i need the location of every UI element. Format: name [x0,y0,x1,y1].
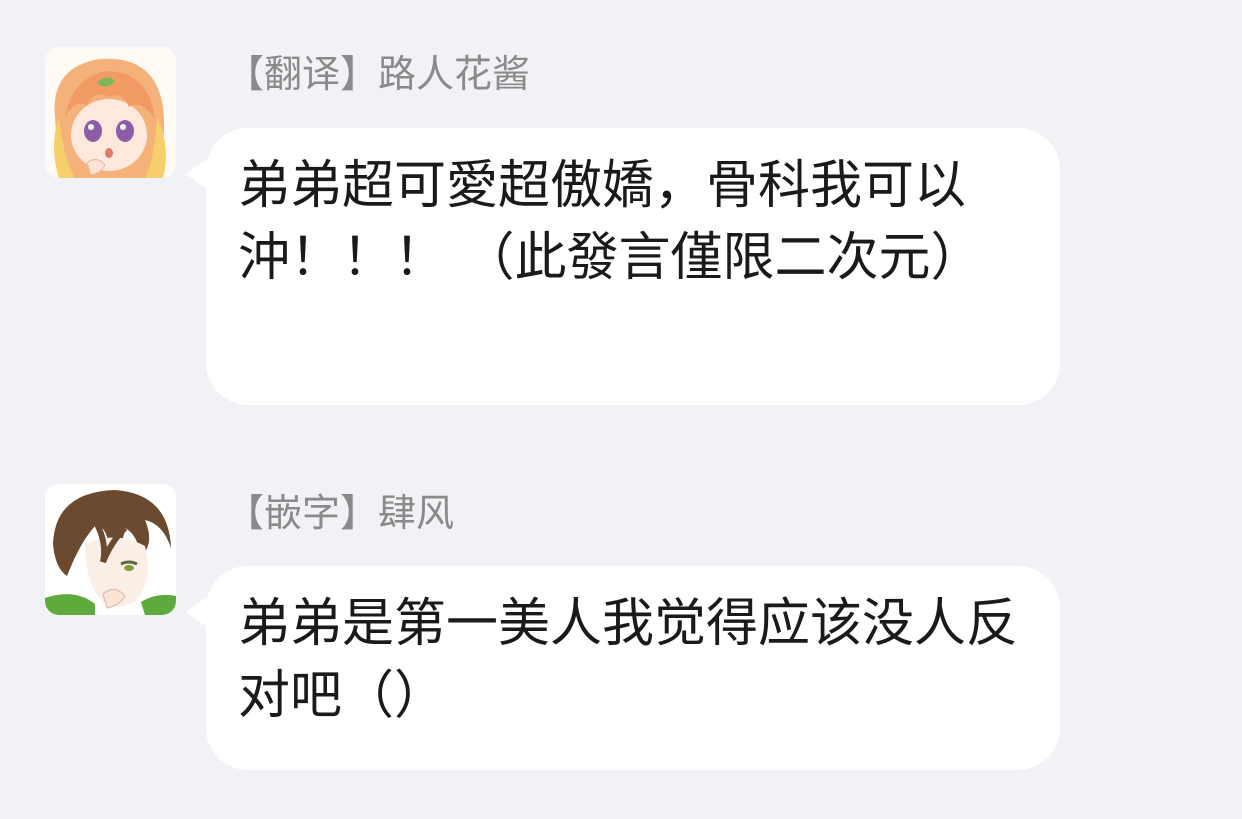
sender-name: 【嵌字】肆风 [226,491,455,535]
message-text: 弟弟超可愛超傲嬌，骨科我可以沖！！！ （此發言僅限二次元） [238,156,983,288]
message-bubble[interactable]: 弟弟超可愛超傲嬌，骨科我可以沖！！！ （此發言僅限二次元） [186,128,1060,405]
avatar-image [45,47,176,178]
message-bubble[interactable]: 弟弟是第一美人我觉得应该没人反对吧（） [186,566,1060,770]
bubble-tail [186,592,214,632]
avatar[interactable] [45,484,176,615]
bubble-tail [186,154,214,194]
avatar[interactable] [45,47,176,178]
avatar-image [45,484,176,615]
sender-name: 【翻译】路人花酱 [226,52,531,96]
message-text: 弟弟是第一美人我觉得应该没人反对吧（） [238,594,1019,726]
